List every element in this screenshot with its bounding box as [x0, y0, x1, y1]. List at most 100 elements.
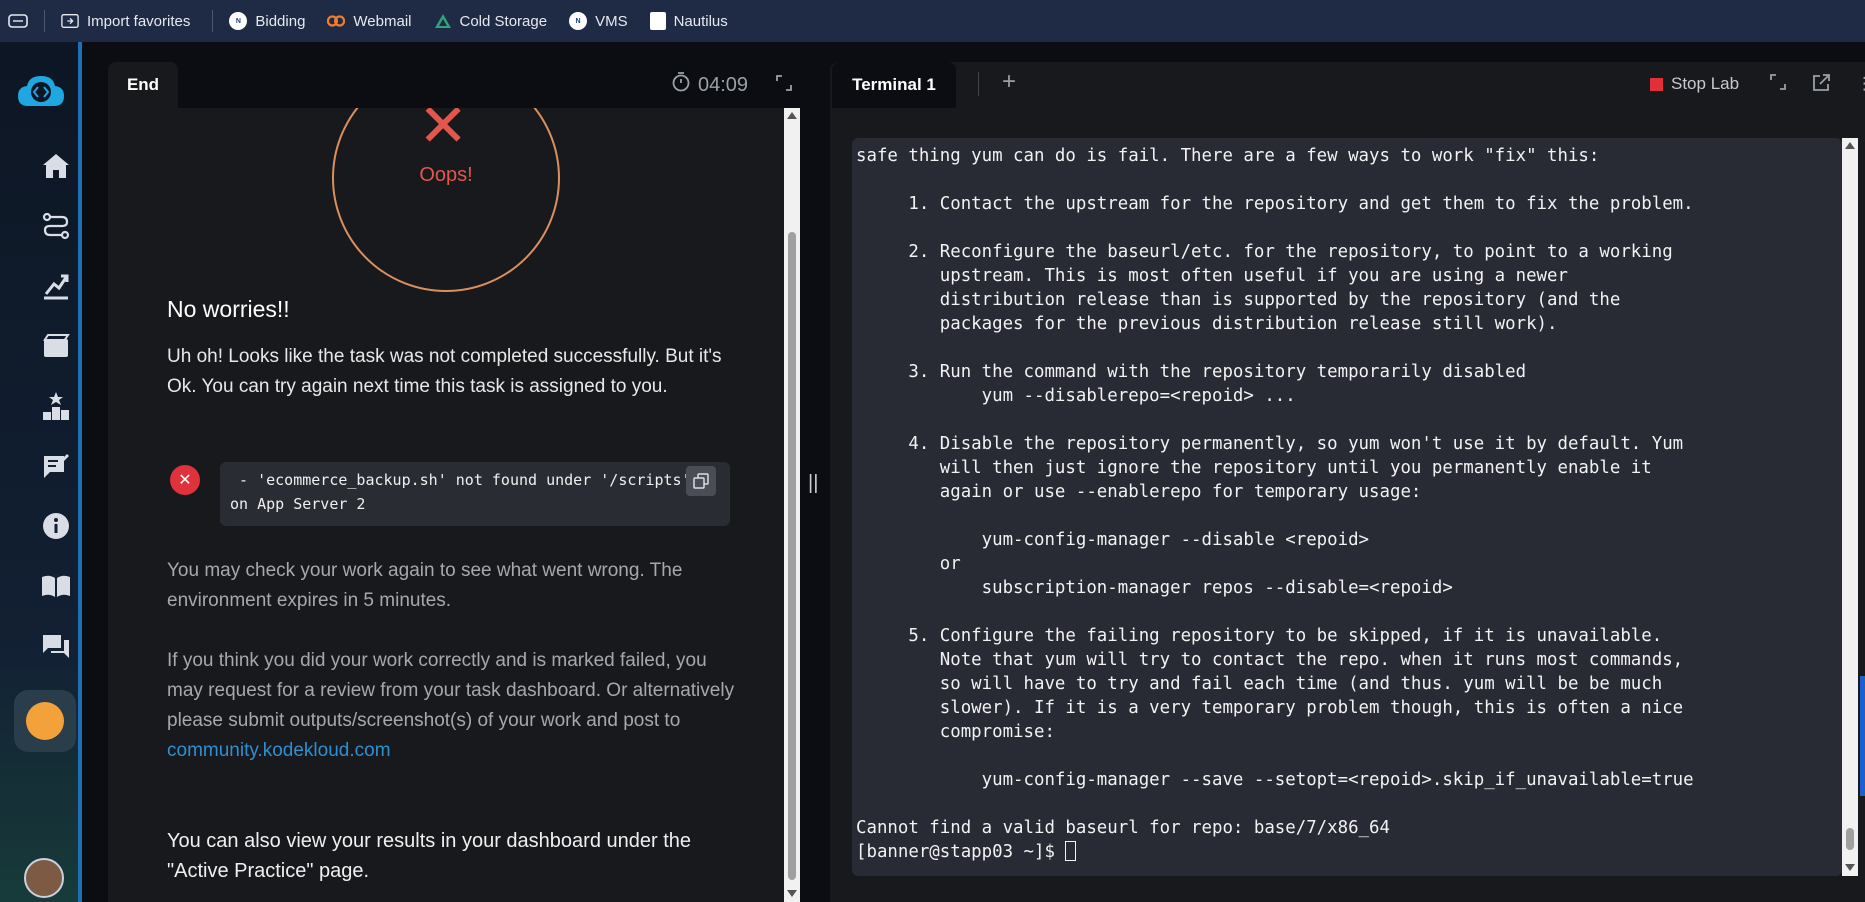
terminal-line: so will have to try and fail each time (…: [856, 674, 1663, 694]
profile-avatar[interactable]: [14, 690, 76, 752]
terminal-line: compromise:: [856, 722, 1055, 742]
task-timer: 04:09: [672, 72, 748, 98]
edge-accent: [1860, 676, 1865, 796]
scroll-thumb[interactable]: [1846, 828, 1854, 850]
progress-icon[interactable]: [40, 270, 72, 302]
terminal-line: yum-config-manager --save --setopt=<repo…: [856, 770, 1694, 790]
new-terminal-plus-icon[interactable]: +: [1002, 68, 1016, 96]
terminal-cursor: [1065, 841, 1077, 861]
user-avatar[interactable]: [24, 858, 64, 898]
bookmark-label: Nautilus: [673, 12, 728, 30]
stop-lab-button[interactable]: Stop Lab: [1650, 74, 1739, 94]
info-icon[interactable]: [40, 510, 72, 542]
terminal-line: again or use --enablerepo for temporary …: [856, 482, 1422, 502]
webmail-icon: [327, 12, 346, 30]
more-icon[interactable]: ⋮: [1856, 74, 1865, 94]
bookmark-webmail[interactable]: Webmail: [327, 12, 412, 30]
stop-icon: [1650, 77, 1663, 91]
result-message: Uh oh! Looks like the task was not compl…: [167, 346, 722, 397]
failure-x-icon: ✕: [418, 108, 469, 159]
terminal-line: will then just ignore the repository unt…: [856, 458, 1652, 478]
terminal-line: yum-config-manager --disable <repoid>: [856, 530, 1370, 550]
bookmark-vms[interactable]: N VMS: [569, 12, 628, 30]
page-icon: [649, 12, 666, 30]
terminal-line: packages for the previous distribution r…: [856, 314, 1558, 334]
tab-terminal-1[interactable]: Terminal 1: [832, 62, 956, 108]
terminal-prompt-line: [banner@stapp03 ~]$: [856, 840, 1836, 864]
timer-value: 04:09: [698, 73, 749, 96]
bookmarks-divider: [212, 10, 214, 32]
tab-end[interactable]: End: [108, 62, 178, 108]
terminal-line: safe thing yum can do is fail. There are…: [856, 146, 1600, 166]
bookmark-label: VMS: [595, 12, 628, 30]
bookmark-cold-storage[interactable]: Cold Storage: [434, 12, 548, 30]
terminal-line: or: [856, 554, 961, 574]
playground-icon[interactable]: [40, 330, 72, 362]
folder-import-icon: [61, 12, 79, 30]
sidebar-accent-bar: [78, 42, 82, 902]
bookmark-bidding[interactable]: N Bidding: [229, 12, 305, 30]
stop-lab-label: Stop Lab: [1671, 74, 1740, 93]
error-x-icon: ✕: [170, 465, 200, 495]
terminal-line: slower). If it is a very temporary probl…: [856, 698, 1684, 718]
leaderboard-icon[interactable]: [40, 390, 72, 422]
result-panel: ✕ Oops! No worries!! Uh oh! Looks like t…: [108, 108, 784, 902]
terminal-output[interactable]: safe thing yum can do is fail. There are…: [852, 138, 1842, 876]
error-line: - 'ecommerce_backup.sh' not found under …: [230, 471, 691, 489]
copy-icon[interactable]: [686, 466, 716, 496]
error-line: on App Server 2: [230, 495, 366, 513]
terminal-line: 1. Contact the upstream for the reposito…: [856, 194, 1694, 214]
triangle-icon: [434, 12, 452, 30]
review-body: If you think you did your work correctly…: [167, 650, 735, 731]
terminal-line: distribution release than is supported b…: [856, 290, 1621, 310]
left-scrollbar[interactable]: [784, 108, 800, 902]
home-icon[interactable]: [40, 150, 72, 182]
roadmap-icon[interactable]: [40, 210, 72, 242]
scroll-up-arrow[interactable]: [1845, 142, 1855, 149]
review-text: If you think you did your work correctly…: [167, 646, 747, 766]
bookmark-label: Bidding: [255, 12, 306, 30]
emoji-avatar-icon: [26, 702, 64, 740]
terminal-line: 2. Reconfigure the baseurl/etc. for the …: [856, 242, 1673, 262]
terminal-lines: safe thing yum can do is fail. There are…: [856, 144, 1836, 840]
oops-label: Oops!: [419, 164, 473, 186]
scroll-down-arrow[interactable]: [787, 890, 797, 897]
error-output: - 'ecommerce_backup.sh' not found under …: [220, 462, 730, 526]
kodekloud-logo-icon[interactable]: [16, 74, 66, 110]
notes-icon[interactable]: [40, 450, 72, 482]
tab-divider: [978, 72, 979, 96]
scroll-thumb[interactable]: [788, 232, 796, 880]
terminal-scrollbar[interactable]: [1842, 138, 1858, 876]
expand-icon[interactable]: [776, 75, 792, 96]
scroll-up-arrow[interactable]: [787, 112, 797, 119]
result-title: No worries!!: [167, 296, 290, 322]
panel-splitter-handle[interactable]: ||: [808, 472, 818, 495]
bookmark-nautilus[interactable]: Nautilus: [649, 12, 728, 30]
terminal-line: subscription-manager repos --disable=<re…: [856, 578, 1453, 598]
tab-actions-icon[interactable]: [8, 14, 28, 28]
expand-icon[interactable]: [1770, 74, 1786, 95]
terminal-prompt: [banner@stapp03 ~]$: [856, 842, 1066, 862]
open-external-icon[interactable]: [1812, 74, 1830, 97]
terminal-line: yum --disablerepo=<repoid> ...: [856, 386, 1296, 406]
bookmark-label: Import favorites: [87, 12, 191, 30]
bookmarks-divider: [44, 10, 45, 32]
terminal-line: upstream. This is most often useful if y…: [856, 266, 1568, 286]
bookmark-label: Cold Storage: [459, 12, 548, 30]
stopwatch-icon: [672, 72, 690, 98]
bookmark-import-favorites[interactable]: Import favorites: [61, 12, 190, 30]
docs-icon[interactable]: [40, 570, 72, 602]
community-link[interactable]: community.kodekloud.com: [167, 740, 391, 761]
scroll-down-arrow[interactable]: [1845, 864, 1855, 871]
terminal-line: Cannot find a valid baseurl for repo: ba…: [856, 818, 1390, 838]
terminal-line: 3. Run the command with the repository t…: [856, 362, 1527, 382]
nabl-icon: N: [229, 12, 248, 30]
chat-icon[interactable]: [40, 630, 72, 662]
